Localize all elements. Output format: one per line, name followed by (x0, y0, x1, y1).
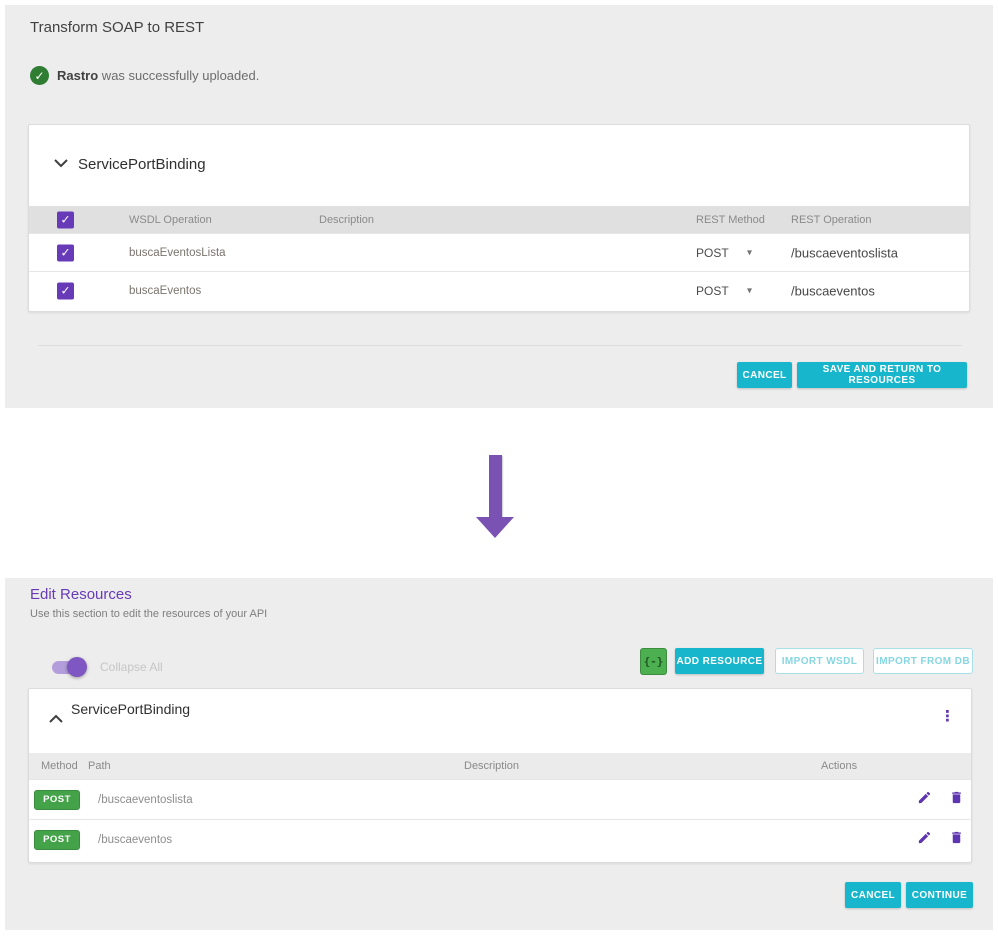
card-header: ServicePortBinding ⋮ (29, 689, 971, 753)
card-header: ServicePortBinding (29, 125, 969, 206)
chevron-down-icon[interactable] (54, 155, 68, 173)
table-row: ✓ buscaEventos POST ▾ /buscaeventos (29, 271, 969, 309)
group-title: ServicePortBinding (78, 156, 206, 173)
row-checkbox[interactable]: ✓ (57, 244, 74, 261)
select-all-checkbox[interactable]: ✓ (57, 211, 74, 228)
kebab-menu-icon[interactable]: ⋮ (940, 709, 955, 724)
divider (38, 345, 962, 346)
rest-operation-value: /buscaeventos (791, 283, 875, 298)
rest-method-select[interactable]: POST (696, 284, 729, 298)
delete-trash-icon[interactable] (949, 830, 964, 850)
method-badge: POST (34, 830, 80, 850)
method-badge: POST (34, 790, 80, 810)
path-value: /buscaeventos (98, 834, 172, 846)
table-row: POST /buscaeventos (29, 819, 971, 859)
uploaded-file-name: Rastro (57, 68, 98, 83)
collapse-all-label: Collapse All (100, 660, 163, 674)
path-value: /buscaeventoslista (98, 794, 193, 806)
wsdl-operation-value: buscaEventosLista (129, 247, 226, 259)
edit-resources-panel: Edit Resources Use this section to edit … (5, 578, 993, 930)
row-checkbox[interactable]: ✓ (57, 282, 74, 299)
cancel-button[interactable]: CANCEL (845, 882, 901, 908)
col-description: Description (464, 760, 519, 772)
edit-resources-title: Edit Resources (30, 586, 132, 603)
col-rest-operation: REST Operation (791, 214, 872, 226)
rest-operation-value: /buscaeventoslista (791, 245, 898, 260)
service-port-binding-card: ServicePortBinding ⋮ Method Path Descrip… (28, 688, 972, 863)
wsdl-operation-value: buscaEventos (129, 285, 201, 297)
save-and-return-button[interactable]: SAVE AND RETURN TO RESOURCES (797, 362, 967, 388)
table-row: POST /buscaeventoslista (29, 779, 971, 819)
col-actions: Actions (821, 760, 857, 772)
table-header: Method Path Description Actions (29, 753, 971, 779)
success-text: was successfully uploaded. (98, 68, 259, 83)
rest-method-select[interactable]: POST (696, 246, 729, 260)
table-header: ✓ WSDL Operation Description REST Method… (29, 206, 969, 233)
col-wsdl-operation: WSDL Operation (129, 214, 212, 226)
page-title: Transform SOAP to REST (30, 19, 204, 36)
chevron-up-icon[interactable] (49, 710, 63, 728)
col-method: Method (41, 760, 78, 772)
collapse-all-toggle[interactable] (52, 656, 88, 678)
table-row: ✓ buscaEventosLista POST ▾ /buscaeventos… (29, 233, 969, 271)
edit-pencil-icon[interactable] (917, 830, 932, 850)
toggle-knob (67, 657, 87, 677)
edit-resources-subtitle: Use this section to edit the resources o… (30, 608, 267, 620)
col-rest-method: REST Method (696, 214, 765, 226)
col-description: Description (319, 214, 374, 226)
success-message: ✓ Rastro was successfully uploaded. (30, 66, 259, 85)
down-arrow-head (476, 517, 514, 538)
dropdown-caret-icon[interactable]: ▾ (747, 247, 752, 258)
col-path: Path (88, 760, 111, 772)
service-port-binding-card: ServicePortBinding ✓ WSDL Operation Desc… (28, 124, 970, 312)
import-wsdl-button[interactable]: IMPORT WSDL (775, 648, 864, 674)
down-arrow-icon (489, 455, 502, 518)
delete-trash-icon[interactable] (949, 790, 964, 810)
import-from-db-button[interactable]: IMPORT FROM DB (873, 648, 973, 674)
cancel-button[interactable]: CANCEL (737, 362, 792, 388)
success-check-icon: ✓ (30, 66, 49, 85)
group-title: ServicePortBinding (71, 701, 190, 717)
code-braces-button[interactable]: {-} (640, 648, 667, 675)
edit-pencil-icon[interactable] (917, 790, 932, 810)
add-resource-button[interactable]: ADD RESOURCE (675, 648, 764, 674)
continue-button[interactable]: CONTINUE (906, 882, 973, 908)
transform-soap-panel: Transform SOAP to REST ✓ Rastro was succ… (5, 5, 993, 408)
dropdown-caret-icon[interactable]: ▾ (747, 285, 752, 296)
